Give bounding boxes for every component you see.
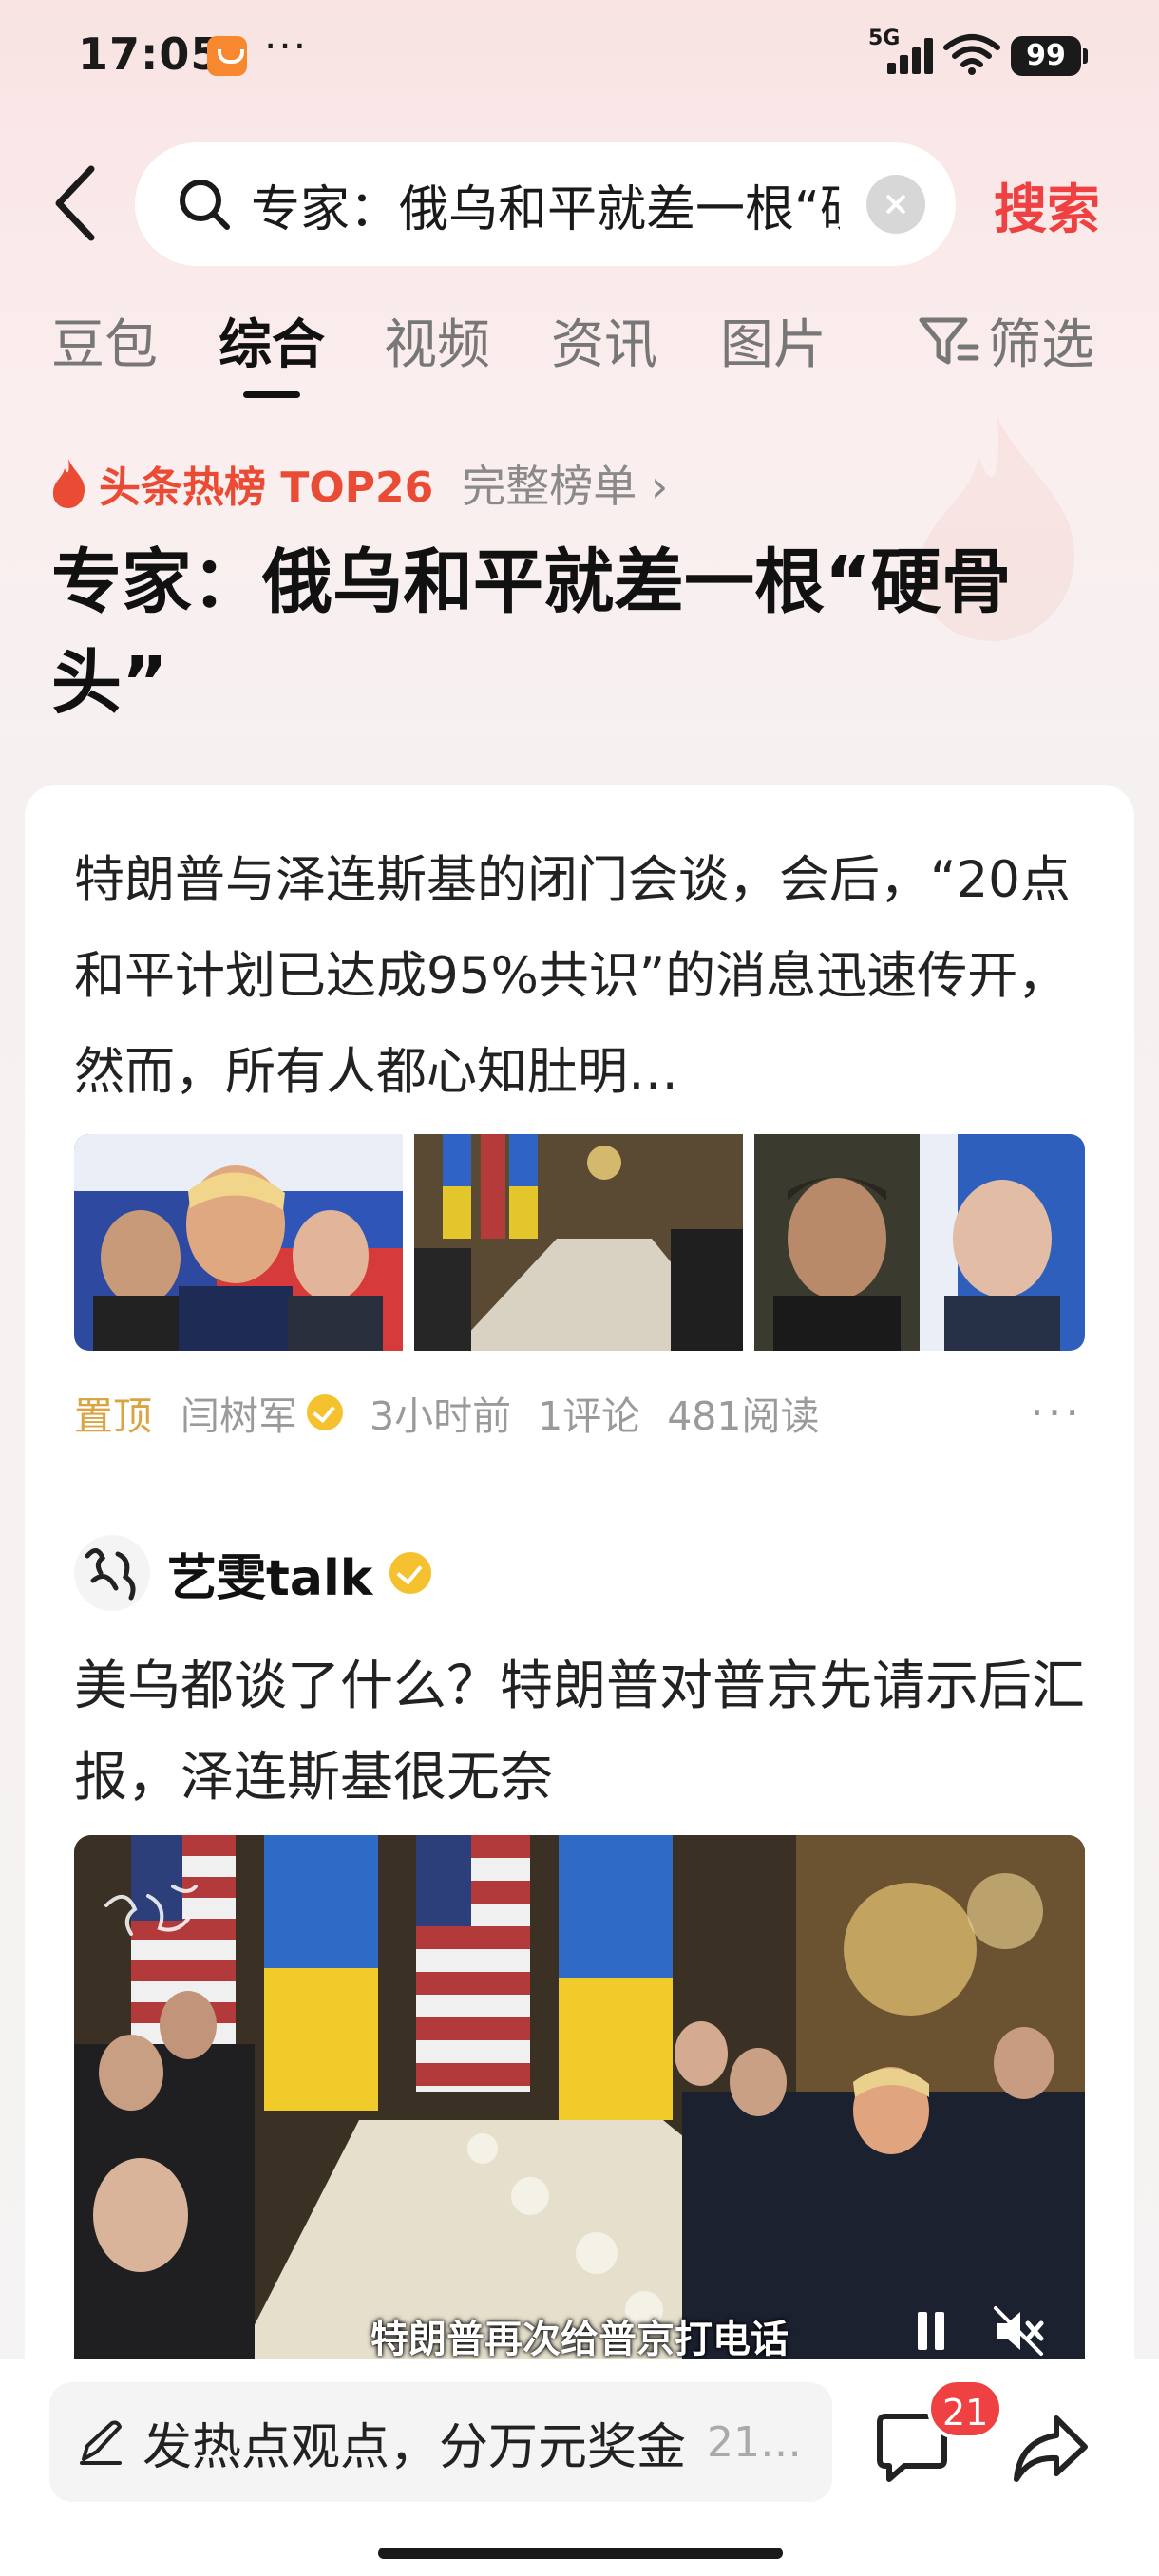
status-more-icon: ··· (264, 23, 309, 69)
status-time: 17:05 (78, 28, 222, 80)
share-icon[interactable] (1011, 2409, 1091, 2489)
topic-headline[interactable]: 专家：俄乌和平就差一根“硬骨头” (51, 532, 1106, 733)
tab-images[interactable]: 图片 (720, 302, 826, 379)
clear-search-icon[interactable] (866, 175, 925, 234)
status-bar: 17:05 ··· 5G 99 (0, 0, 1159, 112)
more-options-icon[interactable]: ··· (1030, 1387, 1083, 1438)
tab-news[interactable]: 资讯 (551, 302, 657, 379)
filter-button[interactable]: 筛选 (918, 302, 1094, 379)
search-button[interactable]: 搜索 (994, 167, 1100, 244)
thumbnail-portraits[interactable] (754, 1134, 1085, 1351)
home-indicator[interactable] (378, 2548, 783, 2559)
results-card: 特朗普与泽连斯基的闭门会谈，会后，“20点和平计划已达成95%共识”的消息迅速传… (25, 785, 1134, 2399)
comment-count-hint: 21… (707, 2417, 803, 2467)
shopping-app-icon (207, 36, 247, 76)
article-thumbnails[interactable] (74, 1134, 1085, 1351)
pause-icon[interactable] (914, 2312, 948, 2350)
article-title[interactable]: 美乌都谈了什么？特朗普对普京先请示后汇报，泽连斯基很无奈 (74, 1641, 1100, 1824)
search-icon (180, 180, 230, 230)
author-name[interactable]: 闫树军 (180, 1384, 297, 1441)
battery-icon: 99 (1011, 36, 1088, 76)
verified-icon (307, 1394, 343, 1430)
comment-placeholder: 发热点观点，分万元奖金 (142, 2418, 687, 2476)
verified-icon (390, 1552, 432, 1594)
thumbnail-leaders[interactable] (74, 1134, 403, 1351)
search-input[interactable] (251, 169, 840, 239)
back-arrow-icon[interactable] (48, 163, 108, 243)
account-name[interactable]: 艺雯talk (167, 1538, 372, 1609)
message-badge: 21 (927, 2378, 1004, 2439)
pinned-tag: 置顶 (74, 1393, 152, 1439)
tab-comprehensive-label: 综合 (218, 314, 325, 376)
full-list-link[interactable]: 完整榜单 › (462, 452, 668, 515)
avatar[interactable] (74, 1535, 150, 1611)
comment-input[interactable]: 发热点观点，分万元奖金 21… (49, 2382, 832, 2502)
hot-list-row[interactable]: 头条热榜 TOP26 完整榜单 › (49, 450, 668, 517)
video-player[interactable]: 特朗普再次给普京打电话 (74, 1835, 1085, 2399)
account-row[interactable]: 艺雯talk (74, 1535, 458, 1611)
comment-count: 1评论 (538, 1393, 641, 1439)
thumbnail-meeting[interactable] (414, 1134, 743, 1351)
tab-video[interactable]: 视频 (384, 302, 490, 379)
active-tab-indicator (243, 391, 300, 398)
search-tabs: 豆包 综合 视频 资讯 图片 筛选 (0, 302, 1159, 407)
bottom-bar: 发热点观点，分万元奖金 21… 21 (0, 2359, 1159, 2576)
mute-icon[interactable] (992, 2304, 1045, 2358)
article-snippet[interactable]: 特朗普与泽连斯基的闭门会谈，会后，“20点和平计划已达成95%共识”的消息迅速传… (74, 832, 1091, 1120)
filter-label: 筛选 (988, 314, 1094, 376)
hot-list-rank: 头条热榜 TOP26 (99, 464, 434, 512)
tab-doubao[interactable]: 豆包 (51, 302, 158, 379)
wifi-icon (943, 34, 1000, 75)
filter-icon (919, 317, 979, 364)
signal-icon (887, 38, 937, 74)
article-meta: 置顶 闫树军 3小时前 1评论 481阅读 ··· (74, 1379, 1091, 1446)
pen-icon (80, 2420, 122, 2465)
flame-icon (52, 459, 86, 508)
channel-watermark-icon (104, 1885, 198, 1936)
search-bar[interactable] (135, 142, 956, 266)
publish-time: 3小时前 (370, 1393, 512, 1439)
read-count: 481阅读 (667, 1393, 820, 1439)
tab-comprehensive[interactable]: 综合 (218, 302, 325, 398)
